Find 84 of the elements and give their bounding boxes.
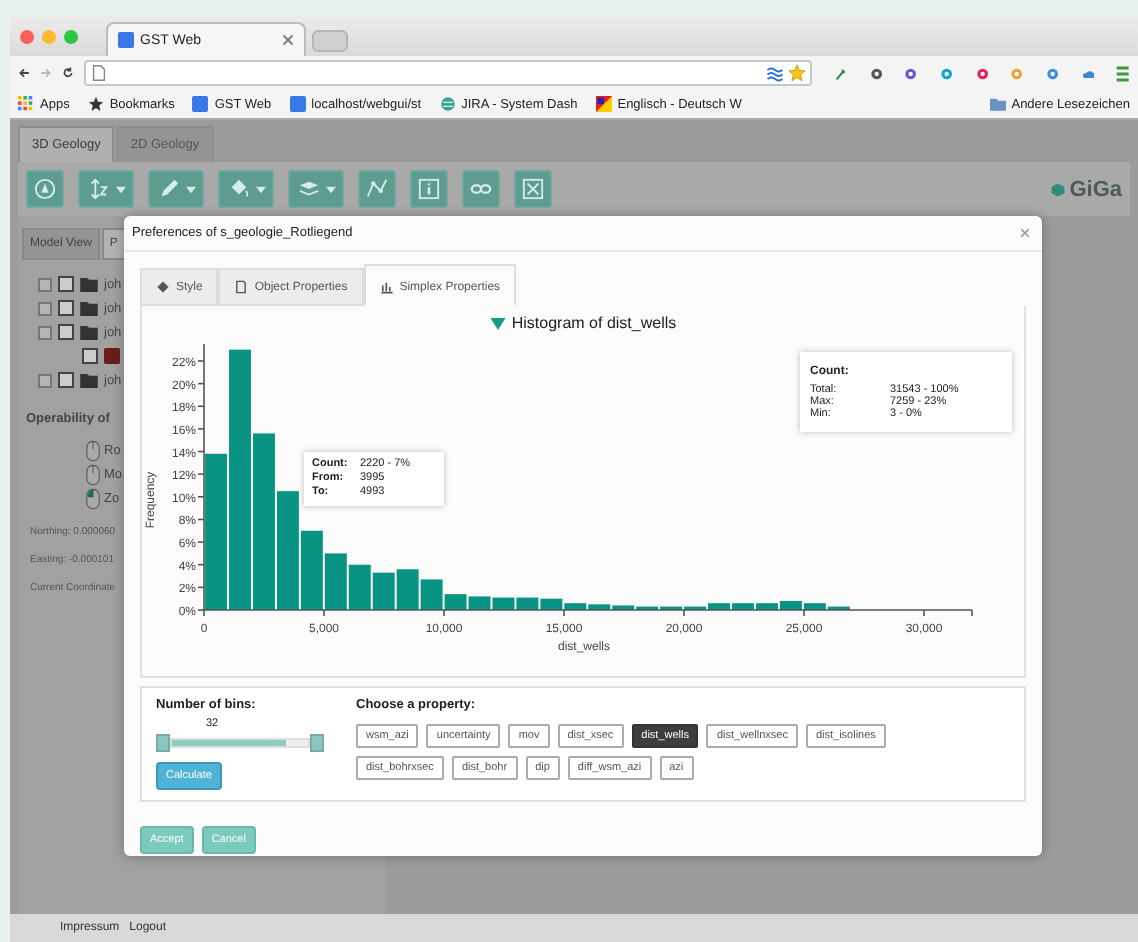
zoom-window-icon[interactable]	[64, 29, 78, 43]
caret-icon	[255, 185, 265, 193]
mouse-icon[interactable]	[86, 463, 100, 485]
histogram-bar[interactable]	[468, 596, 491, 610]
back-icon[interactable]	[18, 64, 30, 82]
toolbar-button[interactable]	[148, 170, 204, 208]
logo-icon	[1049, 181, 1066, 197]
histogram-bar[interactable]	[300, 530, 323, 610]
histogram-bar[interactable]	[348, 564, 371, 610]
eyedropper-icon[interactable]	[834, 63, 848, 83]
chart-title: Histogram of dist_wells	[511, 314, 677, 332]
compass-icon	[34, 178, 56, 200]
checkbox[interactable]	[82, 348, 98, 364]
toolbar-button[interactable]	[358, 170, 396, 208]
address-field[interactable]	[84, 60, 812, 86]
layers-icon	[297, 178, 319, 200]
caret-icon	[115, 185, 125, 193]
page-icon	[90, 64, 108, 82]
link-icon	[470, 178, 492, 200]
histogram-bar[interactable]	[372, 572, 395, 610]
logo: GiGa	[1049, 177, 1122, 201]
close-window-icon[interactable]	[20, 29, 34, 43]
folder-icon	[989, 96, 1006, 112]
globe-icon	[439, 96, 456, 112]
reload-icon[interactable]	[62, 64, 74, 82]
extension-icon[interactable]	[975, 63, 989, 83]
menu-icon[interactable]	[1116, 63, 1131, 83]
checkbox[interactable]	[58, 300, 74, 316]
histogram-bar[interactable]	[276, 491, 299, 610]
graph-icon	[366, 178, 388, 200]
flag-icon	[595, 96, 612, 112]
checkbox[interactable]	[58, 372, 74, 388]
star-icon[interactable]	[788, 64, 806, 82]
caret-icon	[185, 185, 195, 193]
toolbar-button[interactable]	[410, 170, 448, 208]
folder-icon	[80, 373, 98, 387]
extension-icon[interactable]	[904, 63, 919, 83]
waves-icon[interactable]	[766, 64, 784, 82]
histogram-bar[interactable]	[396, 569, 419, 610]
slider-handle[interactable]	[156, 734, 170, 752]
mouse-icon[interactable]	[86, 439, 100, 461]
close-icon[interactable]	[282, 34, 294, 46]
info-icon	[418, 178, 440, 200]
forward-icon[interactable]	[40, 64, 52, 82]
histogram-bar[interactable]	[755, 603, 778, 610]
google-icon	[192, 96, 209, 112]
histogram-bar[interactable]	[420, 579, 443, 610]
apps-grid-icon	[18, 96, 34, 112]
color-swatch[interactable]	[104, 348, 120, 364]
checkbox[interactable]	[58, 276, 74, 292]
triangle-icon	[489, 317, 506, 329]
slider-handle[interactable]	[310, 734, 324, 752]
extension-icon[interactable]	[1046, 63, 1060, 83]
document-icon	[234, 280, 249, 294]
histogram-bar[interactable]	[588, 604, 611, 610]
fullscreen-icon	[522, 178, 544, 200]
star-icon	[87, 96, 104, 112]
histogram-bar[interactable]	[612, 605, 635, 610]
mouse-icon[interactable]	[86, 487, 100, 509]
histogram-bar[interactable]	[444, 594, 467, 610]
histogram-bar[interactable]	[803, 603, 826, 610]
toolbar-button[interactable]	[514, 170, 552, 208]
toolbar-button[interactable]	[462, 170, 500, 208]
pencil-icon	[157, 178, 179, 200]
toolbar-button[interactable]	[218, 170, 274, 208]
toolbar-button[interactable]	[288, 170, 344, 208]
bar-chart-icon	[379, 280, 394, 294]
google-icon	[118, 32, 134, 48]
extension-icon[interactable]	[869, 63, 883, 83]
expand-toggle[interactable]	[38, 373, 52, 387]
histogram-bar[interactable]	[324, 553, 347, 610]
close-icon[interactable]	[1020, 228, 1030, 238]
toolbar-button[interactable]	[26, 170, 64, 208]
histogram-bar[interactable]	[779, 600, 802, 610]
paint-bucket-icon	[156, 280, 170, 294]
google-icon	[289, 96, 306, 112]
bins-slider[interactable]	[156, 734, 324, 752]
toolbar-button[interactable]	[78, 170, 134, 208]
checkbox[interactable]	[58, 324, 74, 340]
bucket-icon	[227, 178, 249, 200]
histogram-bar[interactable]	[564, 603, 587, 610]
caret-icon	[325, 185, 335, 193]
histogram-bar[interactable]	[540, 598, 563, 610]
axis-icon	[87, 178, 109, 200]
